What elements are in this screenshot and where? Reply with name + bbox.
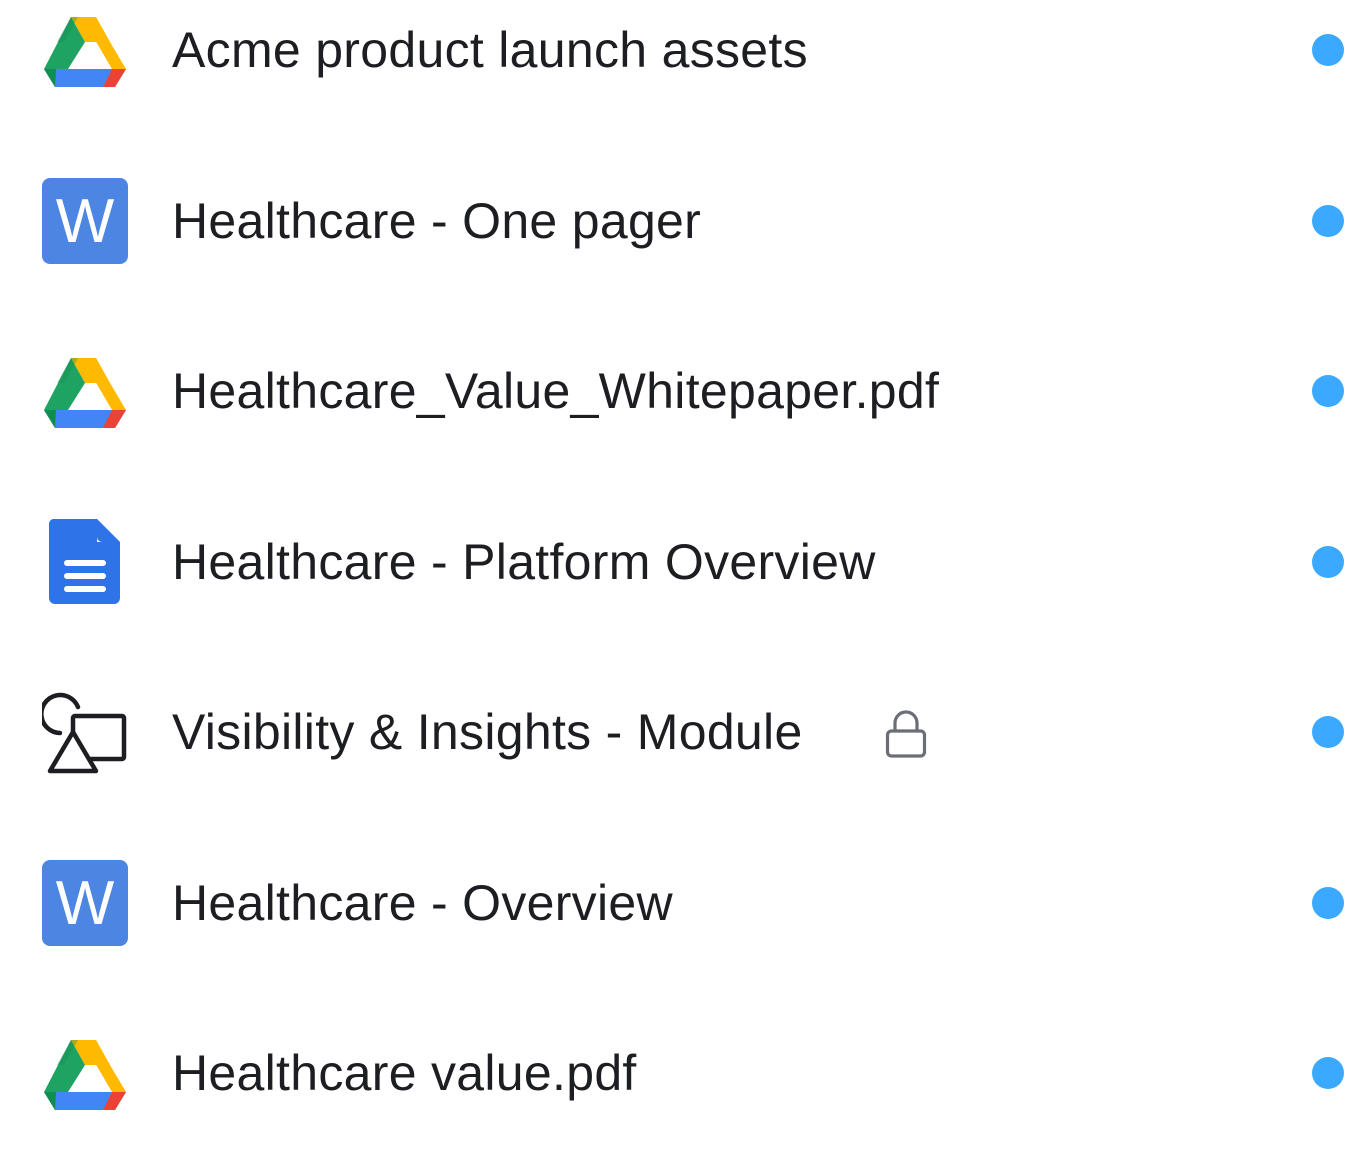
- google-drive-icon: [42, 1030, 128, 1116]
- status-dot: [1312, 1057, 1344, 1089]
- shapes-icon: [42, 689, 128, 775]
- file-name: Visibility & Insights - Module: [172, 704, 803, 760]
- file-name: Acme product launch assets: [172, 22, 808, 78]
- svg-text:W: W: [56, 869, 115, 938]
- word-doc-icon: W: [42, 178, 128, 264]
- file-row[interactable]: Healthcare - Platform Overview: [0, 477, 1367, 647]
- google-docs-icon: [42, 519, 128, 605]
- status-dot: [1312, 887, 1344, 919]
- file-row[interactable]: Healthcare value.pdf: [0, 988, 1367, 1158]
- word-doc-icon: W: [42, 860, 128, 946]
- status-dot: [1312, 716, 1344, 748]
- svg-text:W: W: [56, 187, 115, 256]
- file-row[interactable]: Acme product launch assets: [0, 0, 1367, 135]
- lock-icon: [884, 709, 928, 759]
- file-row[interactable]: W Healthcare - Overview: [0, 818, 1367, 988]
- file-name: Healthcare_Value_Whitepaper.pdf: [172, 363, 940, 419]
- status-dot: [1312, 546, 1344, 578]
- file-row[interactable]: Visibility & Insights - Module: [0, 647, 1367, 817]
- google-drive-icon: [42, 348, 128, 434]
- status-dot: [1312, 34, 1344, 66]
- google-drive-icon: [42, 7, 128, 93]
- file-name: Healthcare - One pager: [172, 193, 702, 249]
- file-row[interactable]: Healthcare_Value_Whitepaper.pdf: [0, 306, 1367, 476]
- file-name: Healthcare - Overview: [172, 875, 673, 931]
- file-row[interactable]: W Healthcare - One pager: [0, 136, 1367, 306]
- file-name: Healthcare value.pdf: [172, 1045, 637, 1101]
- file-name: Healthcare - Platform Overview: [172, 534, 876, 590]
- status-dot: [1312, 205, 1344, 237]
- status-dot: [1312, 375, 1344, 407]
- file-list: Acme product launch assets W Healthcare …: [0, 0, 1367, 1110]
